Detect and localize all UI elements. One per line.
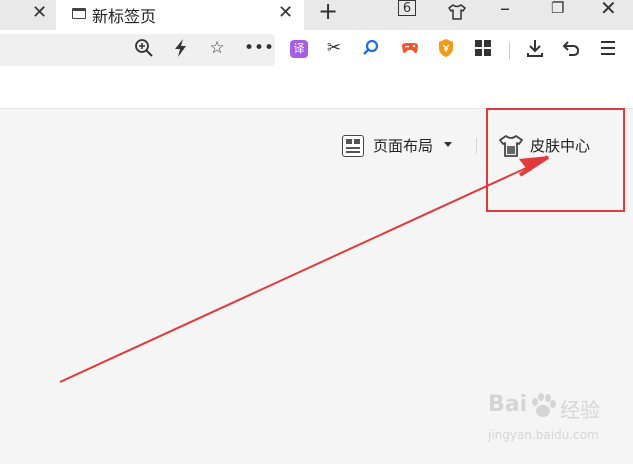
watermark-url: jingyan.baidu.com	[488, 428, 599, 442]
baidu-watermark: Bai 经验 jingyan.baidu.com	[484, 392, 614, 452]
watermark-brand2: 经验	[560, 398, 600, 422]
watermark-brand: Bai	[488, 392, 528, 417]
paw-icon	[532, 393, 556, 417]
